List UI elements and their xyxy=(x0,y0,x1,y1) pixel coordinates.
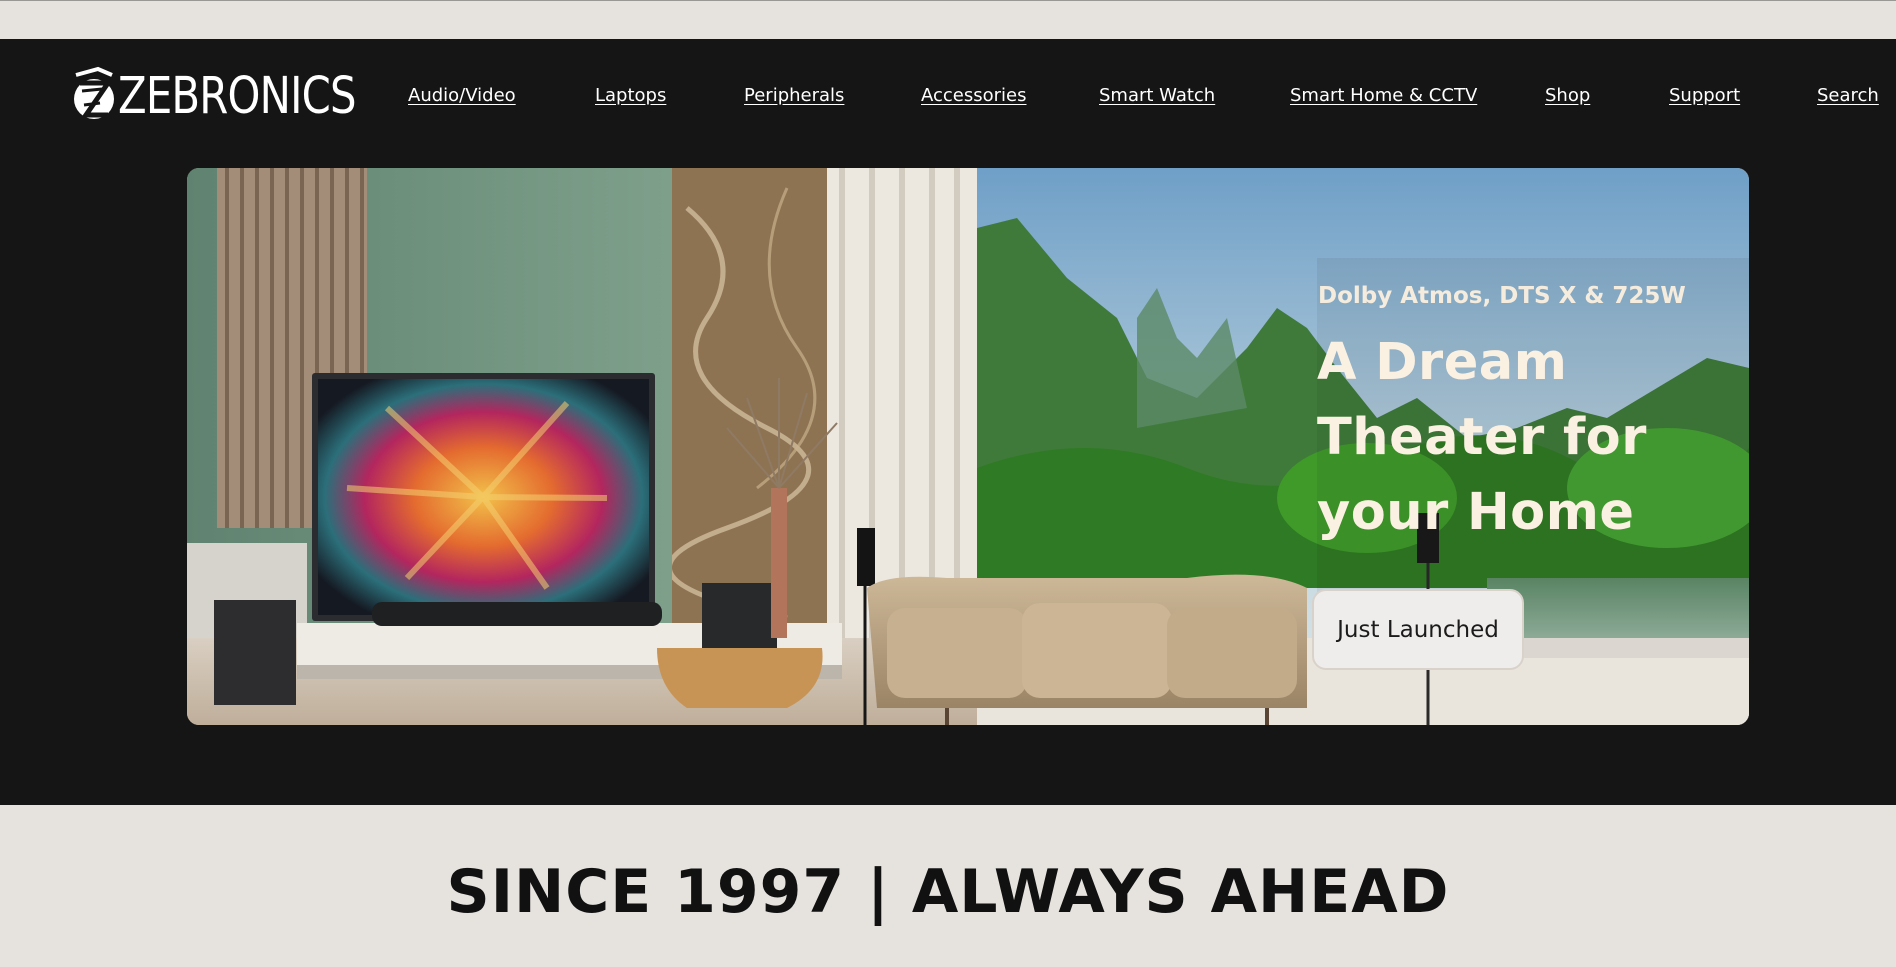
top-strip xyxy=(0,0,1896,39)
hero-title: A Dream Theater for your Home xyxy=(1317,333,1647,542)
nav-laptops[interactable]: Laptops xyxy=(595,85,666,107)
hero-banner[interactable]: Dolby Atmos, DTS X & 725W A Dream Theate… xyxy=(187,168,1749,725)
nav-smart-watch[interactable]: Smart Watch xyxy=(1099,85,1215,107)
nav-accessories[interactable]: Accessories xyxy=(921,85,1027,107)
nav-shop[interactable]: Shop xyxy=(1545,85,1590,107)
hero-subtitle: Dolby Atmos, DTS X & 725W xyxy=(1318,283,1686,309)
brand-name: ZEBRONICS xyxy=(118,66,357,126)
zebronics-z-mark-icon xyxy=(74,66,114,119)
nav-audio-video[interactable]: Audio/Video xyxy=(408,85,516,107)
nav-search[interactable]: Search xyxy=(1817,85,1879,107)
nav-smart-home-cctv[interactable]: Smart Home & CCTV xyxy=(1290,85,1477,107)
nav-peripherals[interactable]: Peripherals xyxy=(744,85,844,107)
site-header: ZEBRONICS Audio/Video Laptops Peripheral… xyxy=(0,39,1896,155)
tagline: SINCE 1997 | ALWAYS AHEAD xyxy=(446,857,1450,927)
nav-support[interactable]: Support xyxy=(1669,85,1740,107)
just-launched-button[interactable]: Just Launched xyxy=(1312,589,1524,670)
brand-logo[interactable]: ZEBRONICS xyxy=(72,61,408,131)
